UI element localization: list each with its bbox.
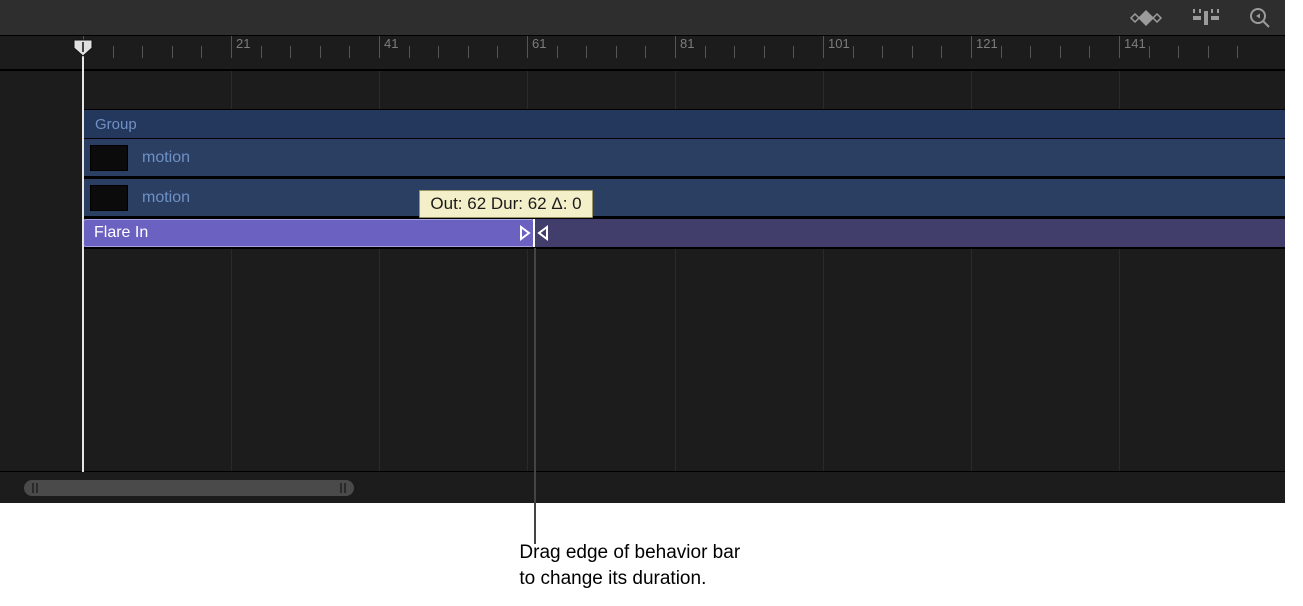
ruler-tick-minor: [1001, 46, 1002, 58]
ruler-label: 141: [1124, 36, 1146, 51]
ruler-tick-minor: [349, 46, 350, 58]
ruler-tick-minor: [409, 46, 410, 58]
ruler-tick-minor: [1089, 46, 1090, 58]
ruler-tick-minor: [853, 46, 854, 58]
ruler-tick-minor: [941, 46, 942, 58]
ruler-tick-minor: [201, 46, 202, 58]
clip-track[interactable]: motion: [83, 139, 1285, 179]
ruler-tick-minor: [882, 46, 883, 58]
ruler-label: 101: [828, 36, 850, 51]
ruler-tick-minor: [793, 46, 794, 58]
ruler-tick-minor: [320, 46, 321, 58]
ruler-tick-major: [379, 36, 380, 58]
ruler-tick-minor: [912, 46, 913, 58]
ruler-tick-minor: [645, 46, 646, 58]
ruler-tick-minor: [586, 46, 587, 58]
ruler-tick-minor: [438, 46, 439, 58]
clip-label: motion: [142, 189, 190, 207]
snap-icon[interactable]: [1191, 8, 1221, 28]
clip-thumbnail: [90, 145, 128, 171]
keyframe-diamond-icon[interactable]: [1129, 9, 1163, 27]
ruler-tick-minor: [734, 46, 735, 58]
callout-text: Drag edge of behavior bar to change its …: [519, 540, 740, 591]
ruler-tick-minor: [557, 46, 558, 58]
ruler-tick-minor: [764, 46, 765, 58]
ruler-tick-minor: [1030, 46, 1031, 58]
ruler-tick-minor: [290, 46, 291, 58]
callout-leader-line: [534, 248, 536, 544]
behavior-name: Flare In: [94, 224, 148, 242]
ruler-tick-minor: [1060, 46, 1061, 58]
ruler-label: 21: [236, 36, 250, 51]
ruler-tick-minor: [172, 46, 173, 58]
clip-track[interactable]: motion: [83, 179, 1285, 219]
ruler-tick-major: [675, 36, 676, 58]
ruler-tick-minor: [261, 46, 262, 58]
ruler-tick-minor: [1208, 46, 1209, 58]
scrollbar-thumb[interactable]: [24, 480, 354, 496]
ruler-tick-minor: [1237, 46, 1238, 58]
behavior-bar[interactable]: Flare In: [83, 219, 534, 247]
behavior-lane: Flare In: [83, 219, 1285, 249]
ruler-tick-major: [1119, 36, 1120, 58]
tracks-area: Group motion motion Flare In: [0, 70, 1285, 249]
clip-thumbnail: [90, 185, 128, 211]
group-header[interactable]: Group: [83, 109, 1285, 139]
ruler-tick-minor: [1149, 46, 1150, 58]
group-label: Group: [95, 116, 137, 133]
drag-tooltip: Out: 62 Dur: 62 Δ: 0: [419, 190, 592, 218]
time-ruler[interactable]: 21 41 61 81 101 121 141: [0, 36, 1285, 70]
ruler-tick-major: [231, 36, 232, 58]
clip-label: motion: [142, 149, 190, 167]
ruler-tick-minor: [142, 46, 143, 58]
timeline-toolbar: [0, 0, 1285, 36]
ruler-tick-major: [823, 36, 824, 58]
horizontal-scrollbar: [0, 471, 1285, 503]
ruler-tick-major: [527, 36, 528, 58]
ruler-label: 81: [680, 36, 694, 51]
timeline-panel: 21 41 61 81 101 121 141 Group motion motion: [0, 0, 1285, 503]
ruler-tick-minor: [468, 46, 469, 58]
zoom-icon[interactable]: [1249, 7, 1271, 29]
ruler-label: 41: [384, 36, 398, 51]
ruler-tick-minor: [1178, 46, 1179, 58]
ruler-tick-minor: [705, 46, 706, 58]
ruler-tick-minor: [616, 46, 617, 58]
ruler-tick-major: [971, 36, 972, 58]
ruler-label: 61: [532, 36, 546, 51]
playhead-icon[interactable]: [72, 38, 94, 63]
ruler-label: 121: [976, 36, 998, 51]
ruler-tick-minor: [497, 46, 498, 58]
ruler-tick-minor: [113, 46, 114, 58]
